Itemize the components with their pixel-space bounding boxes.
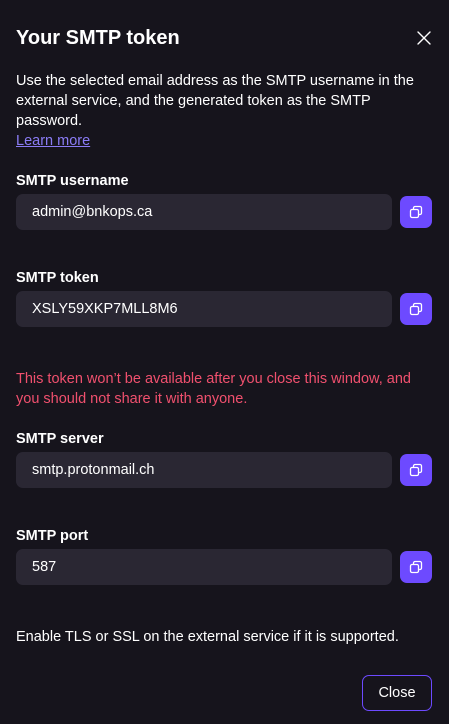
close-modal-button[interactable] [412, 26, 436, 50]
close-button[interactable]: Close [362, 675, 432, 711]
smtp-port-label: SMTP port [16, 528, 89, 544]
copy-icon [409, 205, 423, 219]
smtp-username-field[interactable]: admin@bnkops.ca [16, 194, 392, 230]
copy-port-button[interactable] [400, 551, 432, 583]
copy-token-button[interactable] [400, 293, 432, 325]
modal-title: Your SMTP token [16, 27, 180, 49]
smtp-username-label: SMTP username [16, 173, 129, 189]
copy-icon [409, 560, 423, 574]
copy-icon [409, 302, 423, 316]
smtp-token-label: SMTP token [16, 270, 99, 286]
copy-icon [409, 463, 423, 477]
modal-description: Use the selected email address as the SM… [16, 71, 431, 151]
tls-ssl-note: Enable TLS or SSL on the external servic… [16, 629, 399, 645]
smtp-port-field[interactable]: 587 [16, 549, 392, 585]
token-warning-text: This token won’t be available after you … [16, 371, 411, 407]
learn-more-link[interactable]: Learn more [16, 133, 90, 149]
copy-username-button[interactable] [400, 196, 432, 228]
close-icon [417, 31, 431, 45]
smtp-token-field[interactable]: XSLY59XKP7MLL8M6 [16, 291, 392, 327]
description-text: Use the selected email address as the SM… [16, 73, 414, 129]
smtp-server-label: SMTP server [16, 431, 104, 447]
copy-server-button[interactable] [400, 454, 432, 486]
smtp-server-field[interactable]: smtp.protonmail.ch [16, 452, 392, 488]
smtp-token-modal: Your SMTP token Use the selected email a… [0, 0, 449, 724]
